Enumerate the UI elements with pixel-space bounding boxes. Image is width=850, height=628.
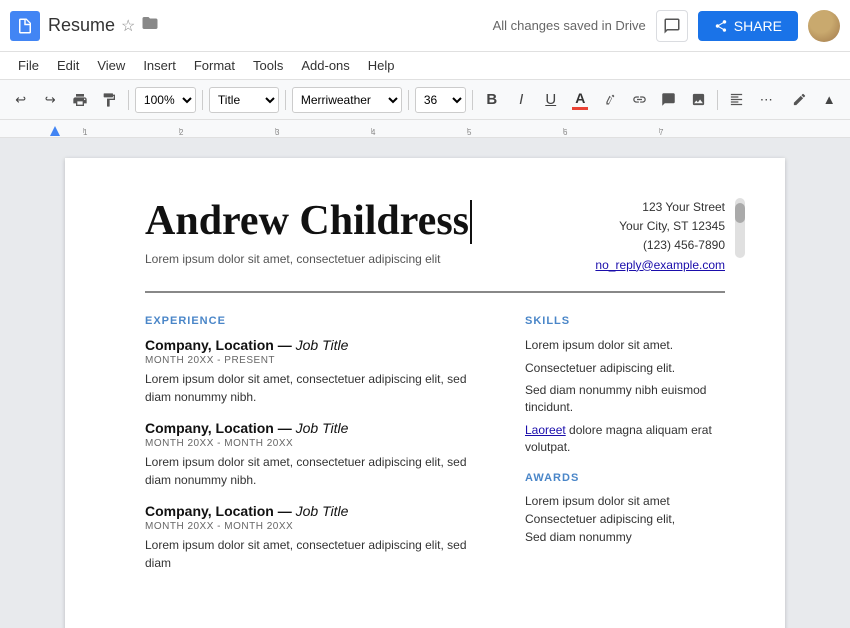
- image-button[interactable]: [686, 87, 711, 113]
- document-title[interactable]: Resume: [48, 15, 115, 36]
- title-area: Resume ☆: [48, 14, 493, 37]
- job-date-2: MONTH 20XX - MONTH 20XX: [145, 438, 495, 449]
- city-state: Your City, ST 12345: [565, 217, 725, 236]
- more-button[interactable]: ⋯: [753, 87, 778, 113]
- underline-button[interactable]: U: [538, 87, 563, 113]
- separator-6: [717, 90, 718, 110]
- separator-1: [128, 90, 129, 110]
- resume-body: EXPERIENCE Company, Location — Job Title…: [145, 309, 725, 586]
- awards-text-1: Lorem ipsum dolor sit amet Consectetuer …: [525, 492, 725, 528]
- pen-button[interactable]: [787, 87, 812, 113]
- menu-tools[interactable]: Tools: [245, 55, 291, 76]
- awards-title: AWARDS: [525, 472, 725, 484]
- saved-status: All changes saved in Drive: [493, 18, 646, 33]
- title-bar: Resume ☆ All changes saved in Drive SHAR…: [0, 0, 850, 52]
- job-title-1: Company, Location — Job Title: [145, 337, 495, 353]
- separator-5: [472, 90, 473, 110]
- menu-file[interactable]: File: [10, 55, 47, 76]
- comment-toolbar-button[interactable]: [656, 87, 681, 113]
- job-desc-2: Lorem ipsum dolor sit amet, consectetuer…: [145, 453, 495, 489]
- contact-info: 123 Your Street Your City, ST 12345 (123…: [565, 198, 725, 275]
- document-page: Andrew Childress Lorem ipsum dolor sit a…: [65, 158, 785, 628]
- font-color-button[interactable]: A: [567, 87, 593, 113]
- skills-link[interactable]: Laoreet: [525, 423, 566, 437]
- scroll-indicator: [735, 198, 745, 258]
- tab-stop[interactable]: [50, 123, 60, 138]
- left-column: EXPERIENCE Company, Location — Job Title…: [145, 309, 495, 586]
- menu-bar: File Edit View Insert Format Tools Add-o…: [0, 52, 850, 80]
- phone: (123) 456-7890: [565, 236, 725, 255]
- experience-title: EXPERIENCE: [145, 315, 495, 327]
- text-cursor: [470, 200, 472, 244]
- ruler: 1 2 3 4 5 6 7: [0, 120, 850, 138]
- menu-help[interactable]: Help: [360, 55, 403, 76]
- app-icon: [10, 11, 40, 41]
- separator-2: [202, 90, 203, 110]
- menu-insert[interactable]: Insert: [135, 55, 184, 76]
- skill-1: Lorem ipsum dolor sit amet.: [525, 337, 725, 354]
- menu-edit[interactable]: Edit: [49, 55, 87, 76]
- separator-4: [408, 90, 409, 110]
- highlight-button[interactable]: [597, 87, 622, 113]
- street-address: 123 Your Street: [565, 198, 725, 217]
- star-icon[interactable]: ☆: [121, 16, 135, 36]
- share-button[interactable]: SHARE: [698, 11, 798, 41]
- skill-3: Sed diam nonummy nibh euismod tincidunt.: [525, 382, 725, 416]
- comment-button[interactable]: [656, 10, 688, 42]
- zoom-select[interactable]: 100% 75% 125%: [135, 87, 196, 113]
- skill-4: Laoreet dolore magna aliquam erat volutp…: [525, 422, 725, 456]
- job-title-3: Company, Location — Job Title: [145, 503, 495, 519]
- undo-button[interactable]: ↩: [8, 87, 33, 113]
- resume-header: Andrew Childress Lorem ipsum dolor sit a…: [145, 198, 725, 293]
- redo-button[interactable]: ↪: [37, 87, 62, 113]
- right-column: SKILLS Lorem ipsum dolor sit amet. Conse…: [525, 309, 725, 586]
- separator-3: [285, 90, 286, 110]
- title-right: All changes saved in Drive SHARE: [493, 10, 840, 42]
- job-date-1: MONTH 20XX - PRESENT: [145, 355, 495, 366]
- document-area: Andrew Childress Lorem ipsum dolor sit a…: [0, 138, 850, 628]
- menu-format[interactable]: Format: [186, 55, 243, 76]
- toolbar: ↩ ↪ 100% 75% 125% Title Normal Heading 1…: [0, 80, 850, 120]
- link-button[interactable]: [627, 87, 652, 113]
- applicant-name[interactable]: Andrew Childress: [145, 198, 565, 244]
- job-title-2: Company, Location — Job Title: [145, 420, 495, 436]
- paint-format-button[interactable]: [96, 87, 121, 113]
- share-label: SHARE: [734, 18, 782, 34]
- print-button[interactable]: [67, 87, 92, 113]
- awards-text-2: Sed diam nonummy: [525, 528, 725, 546]
- style-select[interactable]: Title Normal Heading 1: [209, 87, 279, 113]
- job-desc-1: Lorem ipsum dolor sit amet, consectetuer…: [145, 370, 495, 406]
- font-select[interactable]: Merriweather Arial Times New Roman: [292, 87, 402, 113]
- user-avatar[interactable]: [808, 10, 840, 42]
- job-entry-3: Company, Location — Job Title MONTH 20XX…: [145, 503, 495, 572]
- align-button[interactable]: [724, 87, 749, 113]
- job-date-3: MONTH 20XX - MONTH 20XX: [145, 521, 495, 532]
- skills-title: SKILLS: [525, 315, 725, 327]
- job-entry-1: Company, Location — Job Title MONTH 20XX…: [145, 337, 495, 406]
- italic-button[interactable]: I: [509, 87, 534, 113]
- skill-2: Consectetuer adipiscing elit.: [525, 360, 725, 377]
- chevron-up-button[interactable]: ▲: [816, 87, 841, 113]
- tagline: Lorem ipsum dolor sit amet, consectetuer…: [145, 252, 565, 266]
- bold-button[interactable]: B: [479, 87, 504, 113]
- job-entry-2: Company, Location — Job Title MONTH 20XX…: [145, 420, 495, 489]
- name-column: Andrew Childress Lorem ipsum dolor sit a…: [145, 198, 565, 275]
- job-desc-3: Lorem ipsum dolor sit amet, consectetuer…: [145, 536, 495, 572]
- folder-icon[interactable]: [141, 14, 159, 37]
- menu-addons[interactable]: Add-ons: [293, 55, 357, 76]
- email[interactable]: no_reply@example.com: [565, 256, 725, 275]
- menu-view[interactable]: View: [89, 55, 133, 76]
- font-size-select[interactable]: 36 12 14 24: [415, 87, 466, 113]
